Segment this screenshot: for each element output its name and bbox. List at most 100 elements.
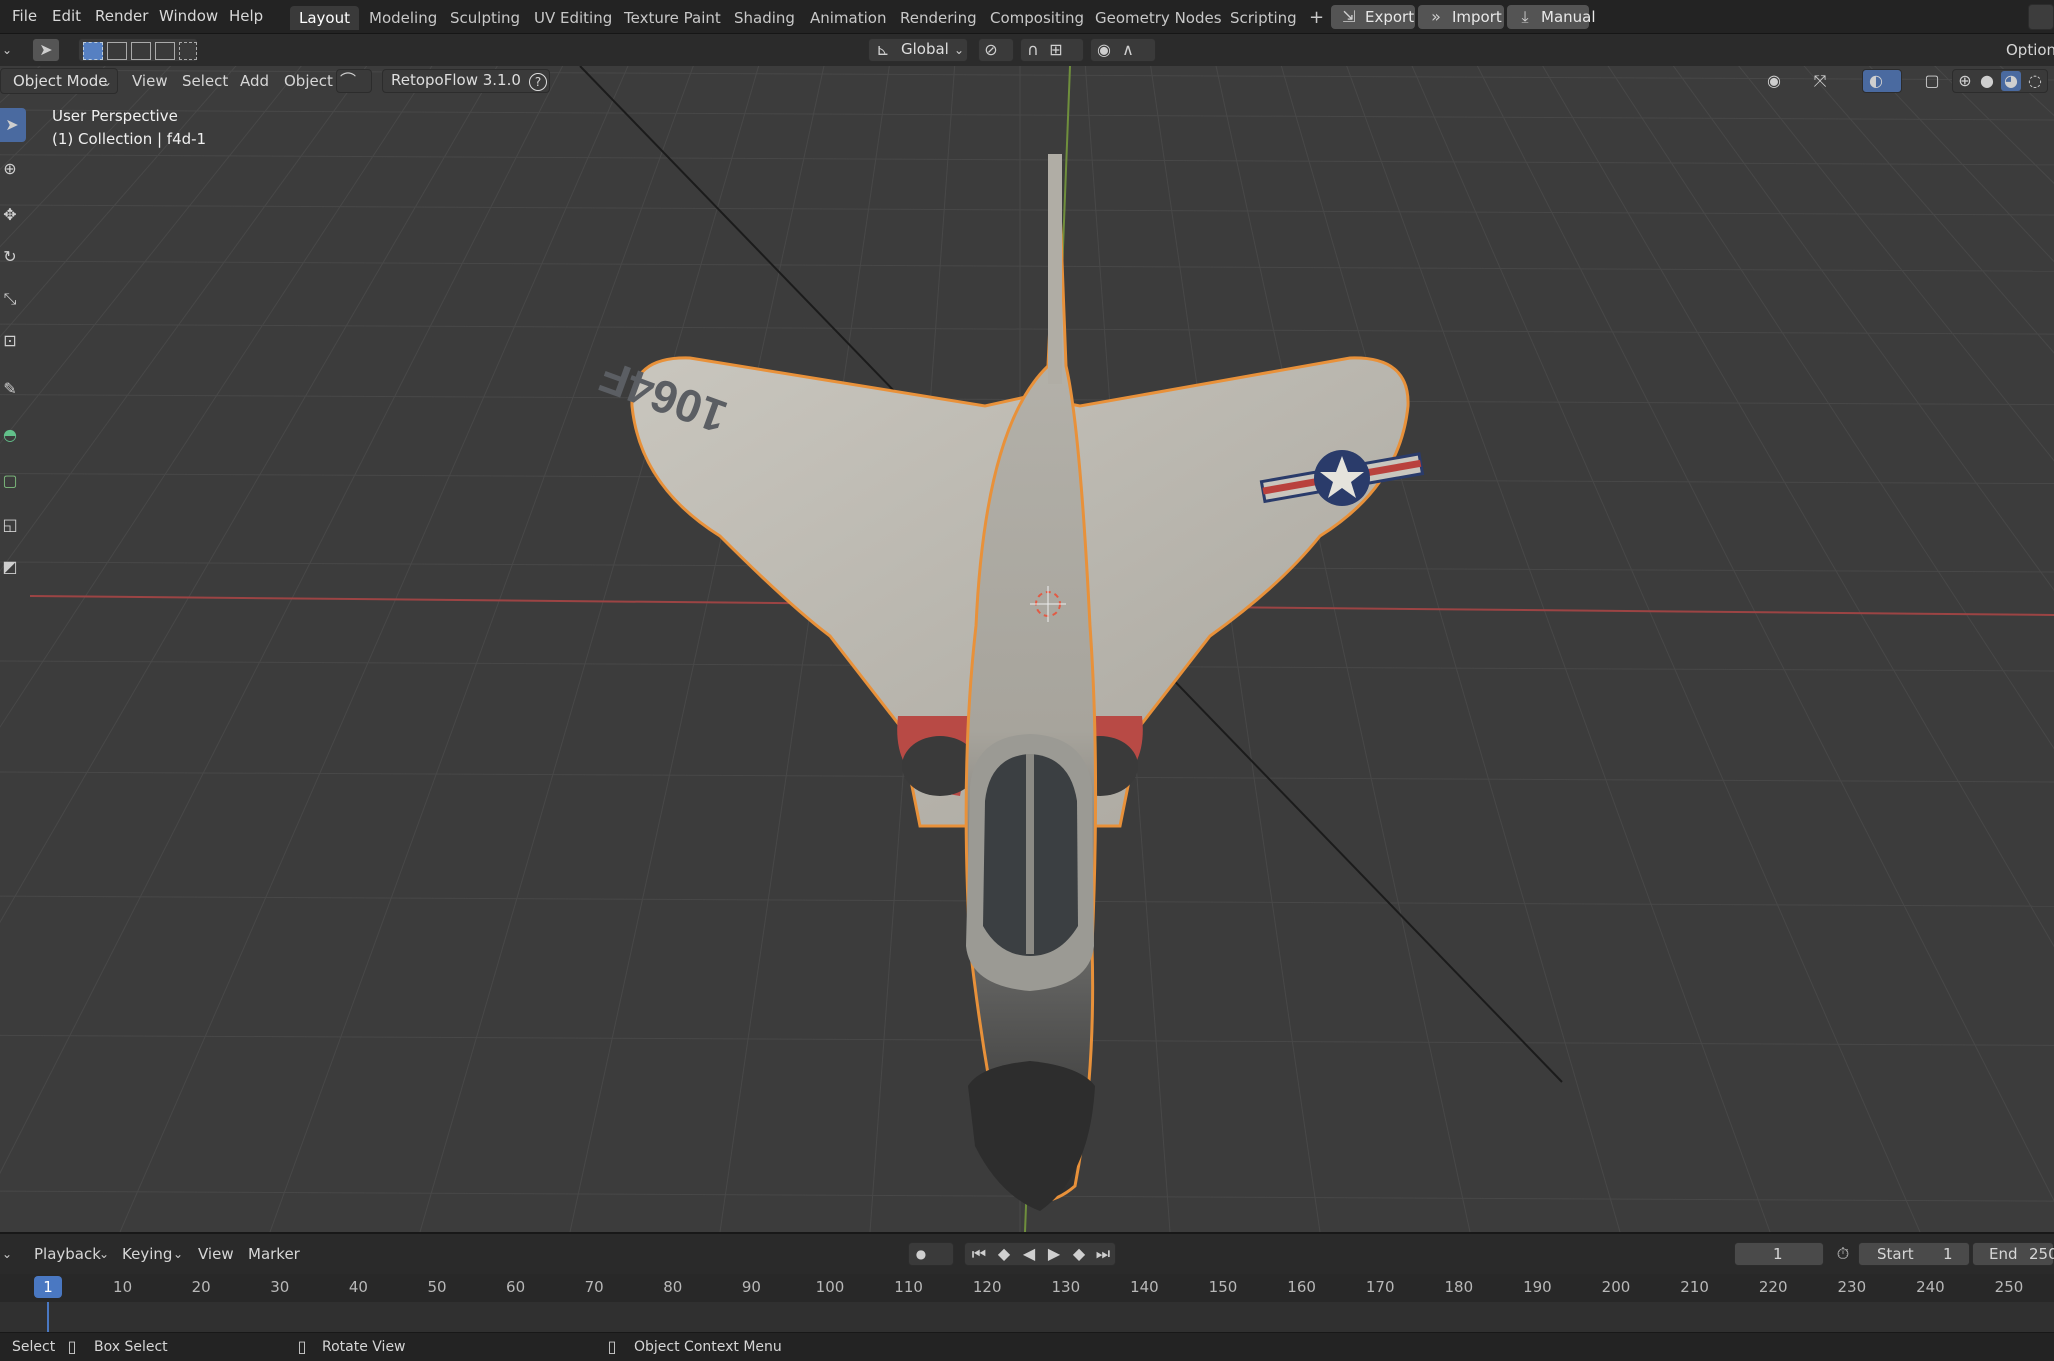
retopoflow-dropdown[interactable]: RetopoFlow 3.1.0 ?: [382, 69, 550, 93]
object-mode-dropdown[interactable]: Object Mode ⌄: [0, 68, 118, 94]
viewport-scene: 1064F: [0, 66, 2054, 1232]
transform-orientation-dropdown[interactable]: ⊾ Global ⌄: [868, 38, 968, 62]
tab-shading[interactable]: Shading: [725, 6, 804, 30]
select-extend-icon[interactable]: [107, 42, 127, 60]
proportional-editing-icon[interactable]: ◉: [1095, 40, 1113, 60]
gpencil-dropdown[interactable]: ⌒: [336, 69, 372, 93]
gizmo-icon[interactable]: ⤧: [1808, 71, 1832, 91]
add-workspace-button[interactable]: +: [1300, 6, 1333, 30]
menu-help[interactable]: Help: [229, 7, 263, 25]
extrude-tool[interactable]: ◱: [0, 508, 26, 542]
3d-viewport[interactable]: 1064F Object Mode ⌄ View Select Add Obje…: [0, 66, 2054, 1232]
menu-render[interactable]: Render: [95, 7, 148, 25]
timeline-tracks[interactable]: [0, 1302, 2054, 1332]
aircraft-model[interactable]: [630, 154, 1425, 1211]
viewport-menu-view[interactable]: View: [132, 71, 168, 91]
tab-uv-editing[interactable]: UV Editing: [525, 6, 621, 30]
select-box-icon: ➤: [5, 115, 19, 134]
rotate-tool[interactable]: ↻: [0, 240, 26, 274]
frame-tick-label: 220: [1758, 1278, 1788, 1296]
viewport-menu-select[interactable]: Select: [182, 71, 228, 91]
move-tool[interactable]: ✥: [0, 198, 26, 232]
snap-increment-icon[interactable]: ⊞: [1045, 40, 1067, 60]
tab-animation[interactable]: Animation: [801, 6, 895, 30]
tab-rendering[interactable]: Rendering: [891, 6, 986, 30]
start-frame-field[interactable]: Start 1: [1858, 1242, 1970, 1266]
frame-tick-label: 240: [1916, 1278, 1945, 1296]
material-shading-icon[interactable]: ◕: [2001, 71, 2021, 91]
magnet-icon[interactable]: ∩: [1023, 40, 1043, 60]
cursor-arrow-icon: ➤: [39, 40, 53, 59]
frame-tick-label: 200: [1601, 1278, 1631, 1296]
solid-shading-icon[interactable]: ●: [1977, 71, 1997, 91]
tab-layout[interactable]: Layout: [290, 6, 359, 30]
wireframe-shading-icon[interactable]: ⊕: [1955, 71, 1975, 91]
editor-type-icon[interactable]: ⌄: [0, 1244, 14, 1264]
rendered-shading-icon[interactable]: ◌: [2025, 71, 2045, 91]
export-button[interactable]: ⇲ Export: [1331, 5, 1415, 29]
play-reverse-icon[interactable]: ◀: [1019, 1244, 1039, 1264]
viewport-menu-object[interactable]: Object: [284, 71, 333, 91]
status-bar: Select ▯ Box Select ▯ Rotate View ▯ Obje…: [0, 1332, 2054, 1361]
menu-window[interactable]: Window: [159, 7, 218, 25]
prev-keyframe-icon[interactable]: ◆: [994, 1244, 1014, 1264]
annotate-tool[interactable]: ✎: [0, 372, 26, 406]
timeline-menu-view[interactable]: View: [198, 1244, 234, 1264]
select-invert-icon[interactable]: [155, 42, 175, 60]
jump-start-icon[interactable]: ⏮: [969, 1244, 989, 1264]
frame-tick-label: 230: [1837, 1278, 1867, 1296]
tab-modeling[interactable]: Modeling: [360, 6, 446, 30]
tab-compositing[interactable]: Compositing: [981, 6, 1093, 30]
active-tool-button[interactable]: ➤: [32, 38, 60, 62]
select-intersect-icon[interactable]: [179, 42, 197, 60]
next-keyframe-icon[interactable]: ◆: [1069, 1244, 1089, 1264]
viewport-menu-add[interactable]: Add: [240, 71, 269, 91]
timeline-ruler[interactable]: 1 10 20 30 40 50 60 70 80 90 100 110 120 130 140 150 16…: [0, 1274, 2054, 1302]
stopwatch-icon[interactable]: ⏱: [1832, 1244, 1854, 1264]
measure-tool[interactable]: ◓: [0, 418, 26, 452]
menu-edit[interactable]: Edit: [52, 7, 81, 25]
chevron-down-icon[interactable]: ⌄: [0, 40, 14, 60]
help-icon[interactable]: ?: [529, 73, 547, 91]
frame-tick-label: 110: [894, 1278, 923, 1296]
scene-selector-button[interactable]: [2028, 4, 2054, 30]
timeline-menu-playback[interactable]: Playback: [34, 1244, 101, 1264]
auto-keying-button[interactable]: ●: [908, 1242, 954, 1266]
timeline-header: ⌄ Playback ⌄ Keying ⌄ View Marker ● ⏮ ◆ …: [0, 1232, 2054, 1274]
import-icon: »: [1431, 7, 1441, 26]
manual-button[interactable]: ⤓ Manual: [1507, 5, 1596, 29]
timeline-menu-marker[interactable]: Marker: [248, 1244, 300, 1264]
mouse-right-icon: ▯: [607, 1337, 617, 1356]
xray-icon[interactable]: ▢: [1922, 71, 1942, 91]
tab-geometry-nodes[interactable]: Geometry Nodes: [1086, 6, 1231, 30]
options-dropdown[interactable]: Options: [2006, 40, 2054, 60]
menu-file[interactable]: File: [12, 7, 37, 25]
status-context-menu: Object Context Menu: [634, 1339, 782, 1355]
pivot-point-dropdown[interactable]: ⊘: [978, 38, 1014, 62]
overlays-toggle[interactable]: ◐: [1862, 69, 1902, 93]
current-frame-field[interactable]: 1: [1734, 1242, 1824, 1266]
inset-tool[interactable]: ◩: [0, 550, 26, 584]
falloff-curve-icon[interactable]: ∧: [1117, 40, 1139, 60]
jump-end-icon[interactable]: ⏭: [1093, 1244, 1113, 1264]
chevron-down-icon: ⌄: [172, 1247, 184, 1261]
end-frame-field[interactable]: End 250: [1972, 1242, 2054, 1266]
cursor-tool[interactable]: ⊕: [0, 152, 26, 186]
transform-tool[interactable]: ⊡: [0, 324, 26, 358]
mouse-left-icon: ▯: [67, 1337, 77, 1356]
import-button[interactable]: » Import: [1418, 5, 1504, 29]
visibility-eye-icon[interactable]: ◉: [1762, 71, 1786, 91]
scale-tool[interactable]: ⤡: [0, 282, 26, 316]
timeline-menu-keying[interactable]: Keying: [122, 1244, 172, 1264]
select-tool[interactable]: ➤: [0, 108, 26, 142]
playhead[interactable]: 1: [34, 1276, 62, 1298]
select-subtract-icon[interactable]: [131, 42, 151, 60]
select-new-icon[interactable]: [83, 42, 103, 60]
play-icon[interactable]: ▶: [1044, 1244, 1064, 1264]
frame-tick-label: 190: [1523, 1278, 1552, 1296]
mouse-middle-icon: ▯: [297, 1337, 307, 1356]
tab-scripting[interactable]: Scripting: [1221, 6, 1306, 30]
add-cube-tool[interactable]: ▢: [0, 464, 26, 498]
tab-texture-paint[interactable]: Texture Paint: [615, 6, 730, 30]
tab-sculpting[interactable]: Sculpting: [441, 6, 529, 30]
